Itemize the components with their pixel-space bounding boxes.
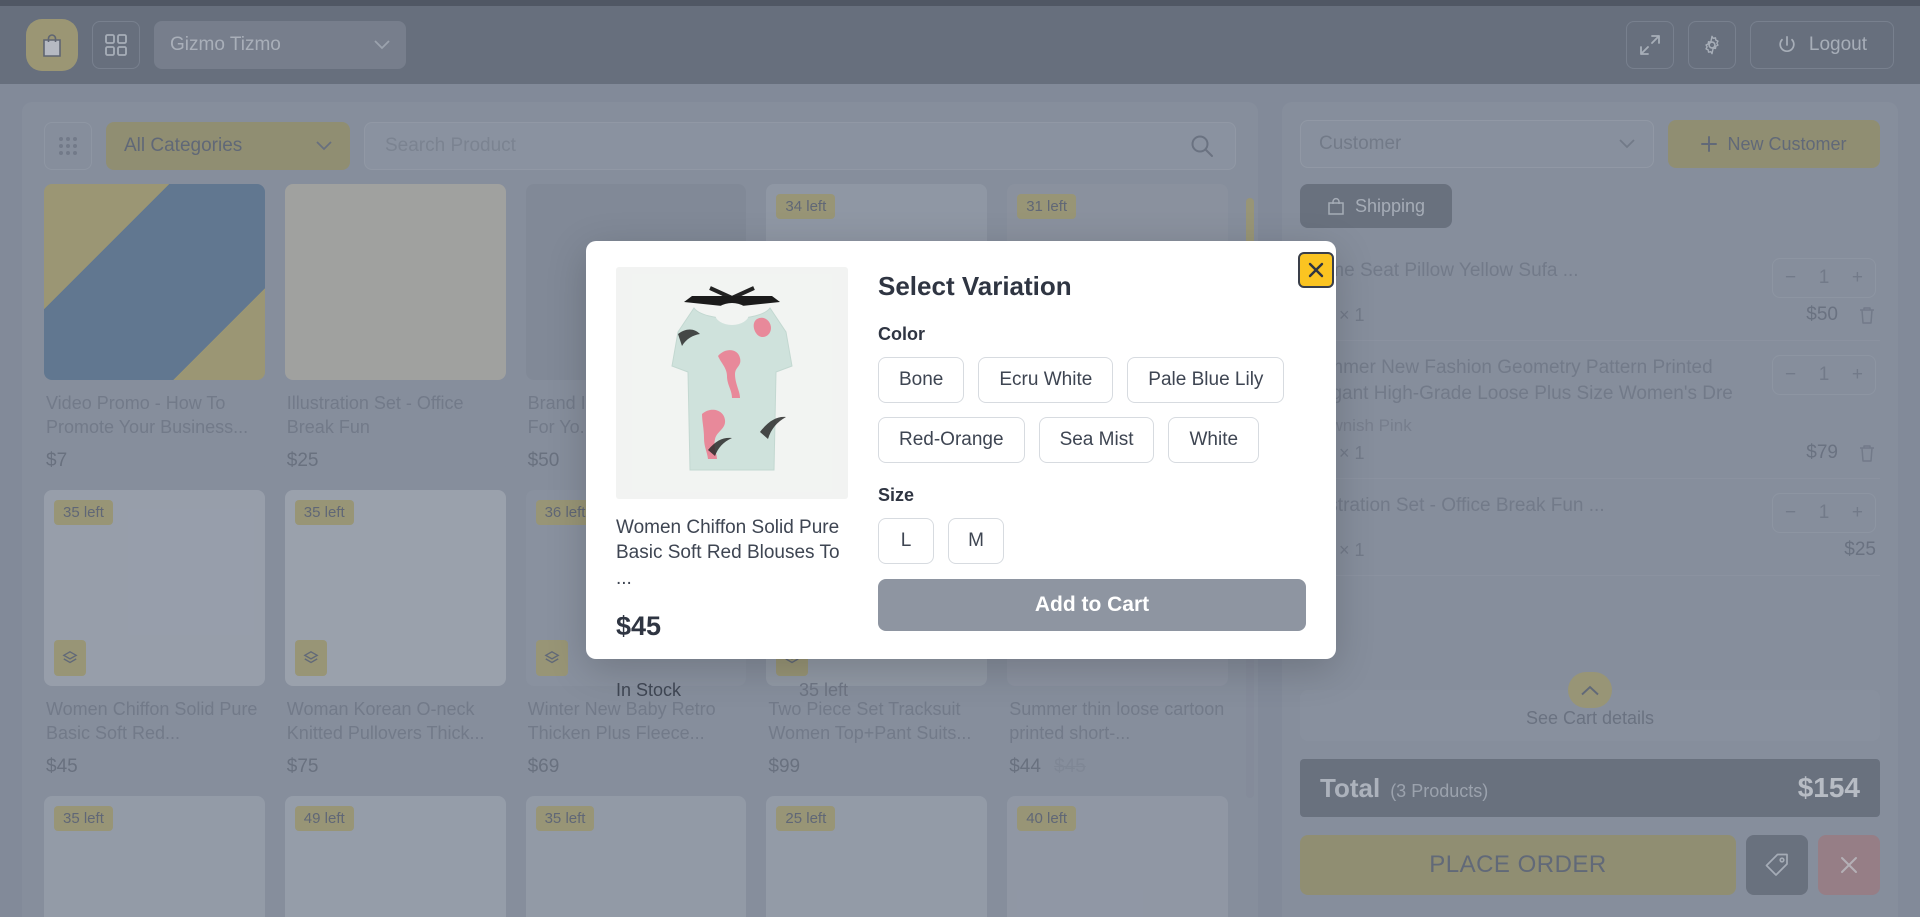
color-option-sea-mist[interactable]: Sea Mist [1038, 417, 1155, 463]
modal-variation-picker: Select Variation Color Bone Ecru White P… [878, 267, 1306, 633]
color-option-white[interactable]: White [1168, 417, 1260, 463]
color-group-label: Color [878, 324, 925, 344]
size-group-label: Size [878, 485, 915, 505]
color-option-pale-blue-lily[interactable]: Pale Blue Lily [1127, 357, 1285, 403]
color-option-red-orange[interactable]: Red-Orange [878, 417, 1025, 463]
select-variation-modal: Women Chiffon Solid Pure Basic Soft Red … [586, 241, 1336, 700]
stock-left: 35 left [798, 679, 848, 700]
stock-status: In Stock [616, 679, 682, 700]
color-options: Bone Ecru White Pale Blue Lily Red-Orang… [878, 357, 1306, 463]
blouse-image [632, 274, 832, 492]
size-options: L M [878, 518, 1306, 564]
add-to-cart-label: Add to Cart [1034, 593, 1150, 616]
product-image [616, 267, 848, 499]
modal-product-price: $45 [616, 610, 662, 641]
modal-close-button[interactable] [1298, 252, 1334, 288]
size-option-m[interactable]: M [948, 518, 1004, 564]
add-to-cart-button[interactable]: Add to Cart [878, 579, 1306, 631]
modal-stock-row: In Stock 35 left [616, 680, 848, 701]
modal-product-name: Women Chiffon Solid Pure Basic Soft Red … [616, 517, 840, 589]
close-icon [1308, 262, 1324, 278]
modal-product-summary: Women Chiffon Solid Pure Basic Soft Red … [616, 267, 848, 700]
color-option-bone[interactable]: Bone [878, 357, 965, 403]
size-option-l[interactable]: L [878, 518, 934, 564]
color-option-ecru-white[interactable]: Ecru White [978, 357, 1114, 403]
modal-title: Select Variation [878, 271, 1072, 301]
